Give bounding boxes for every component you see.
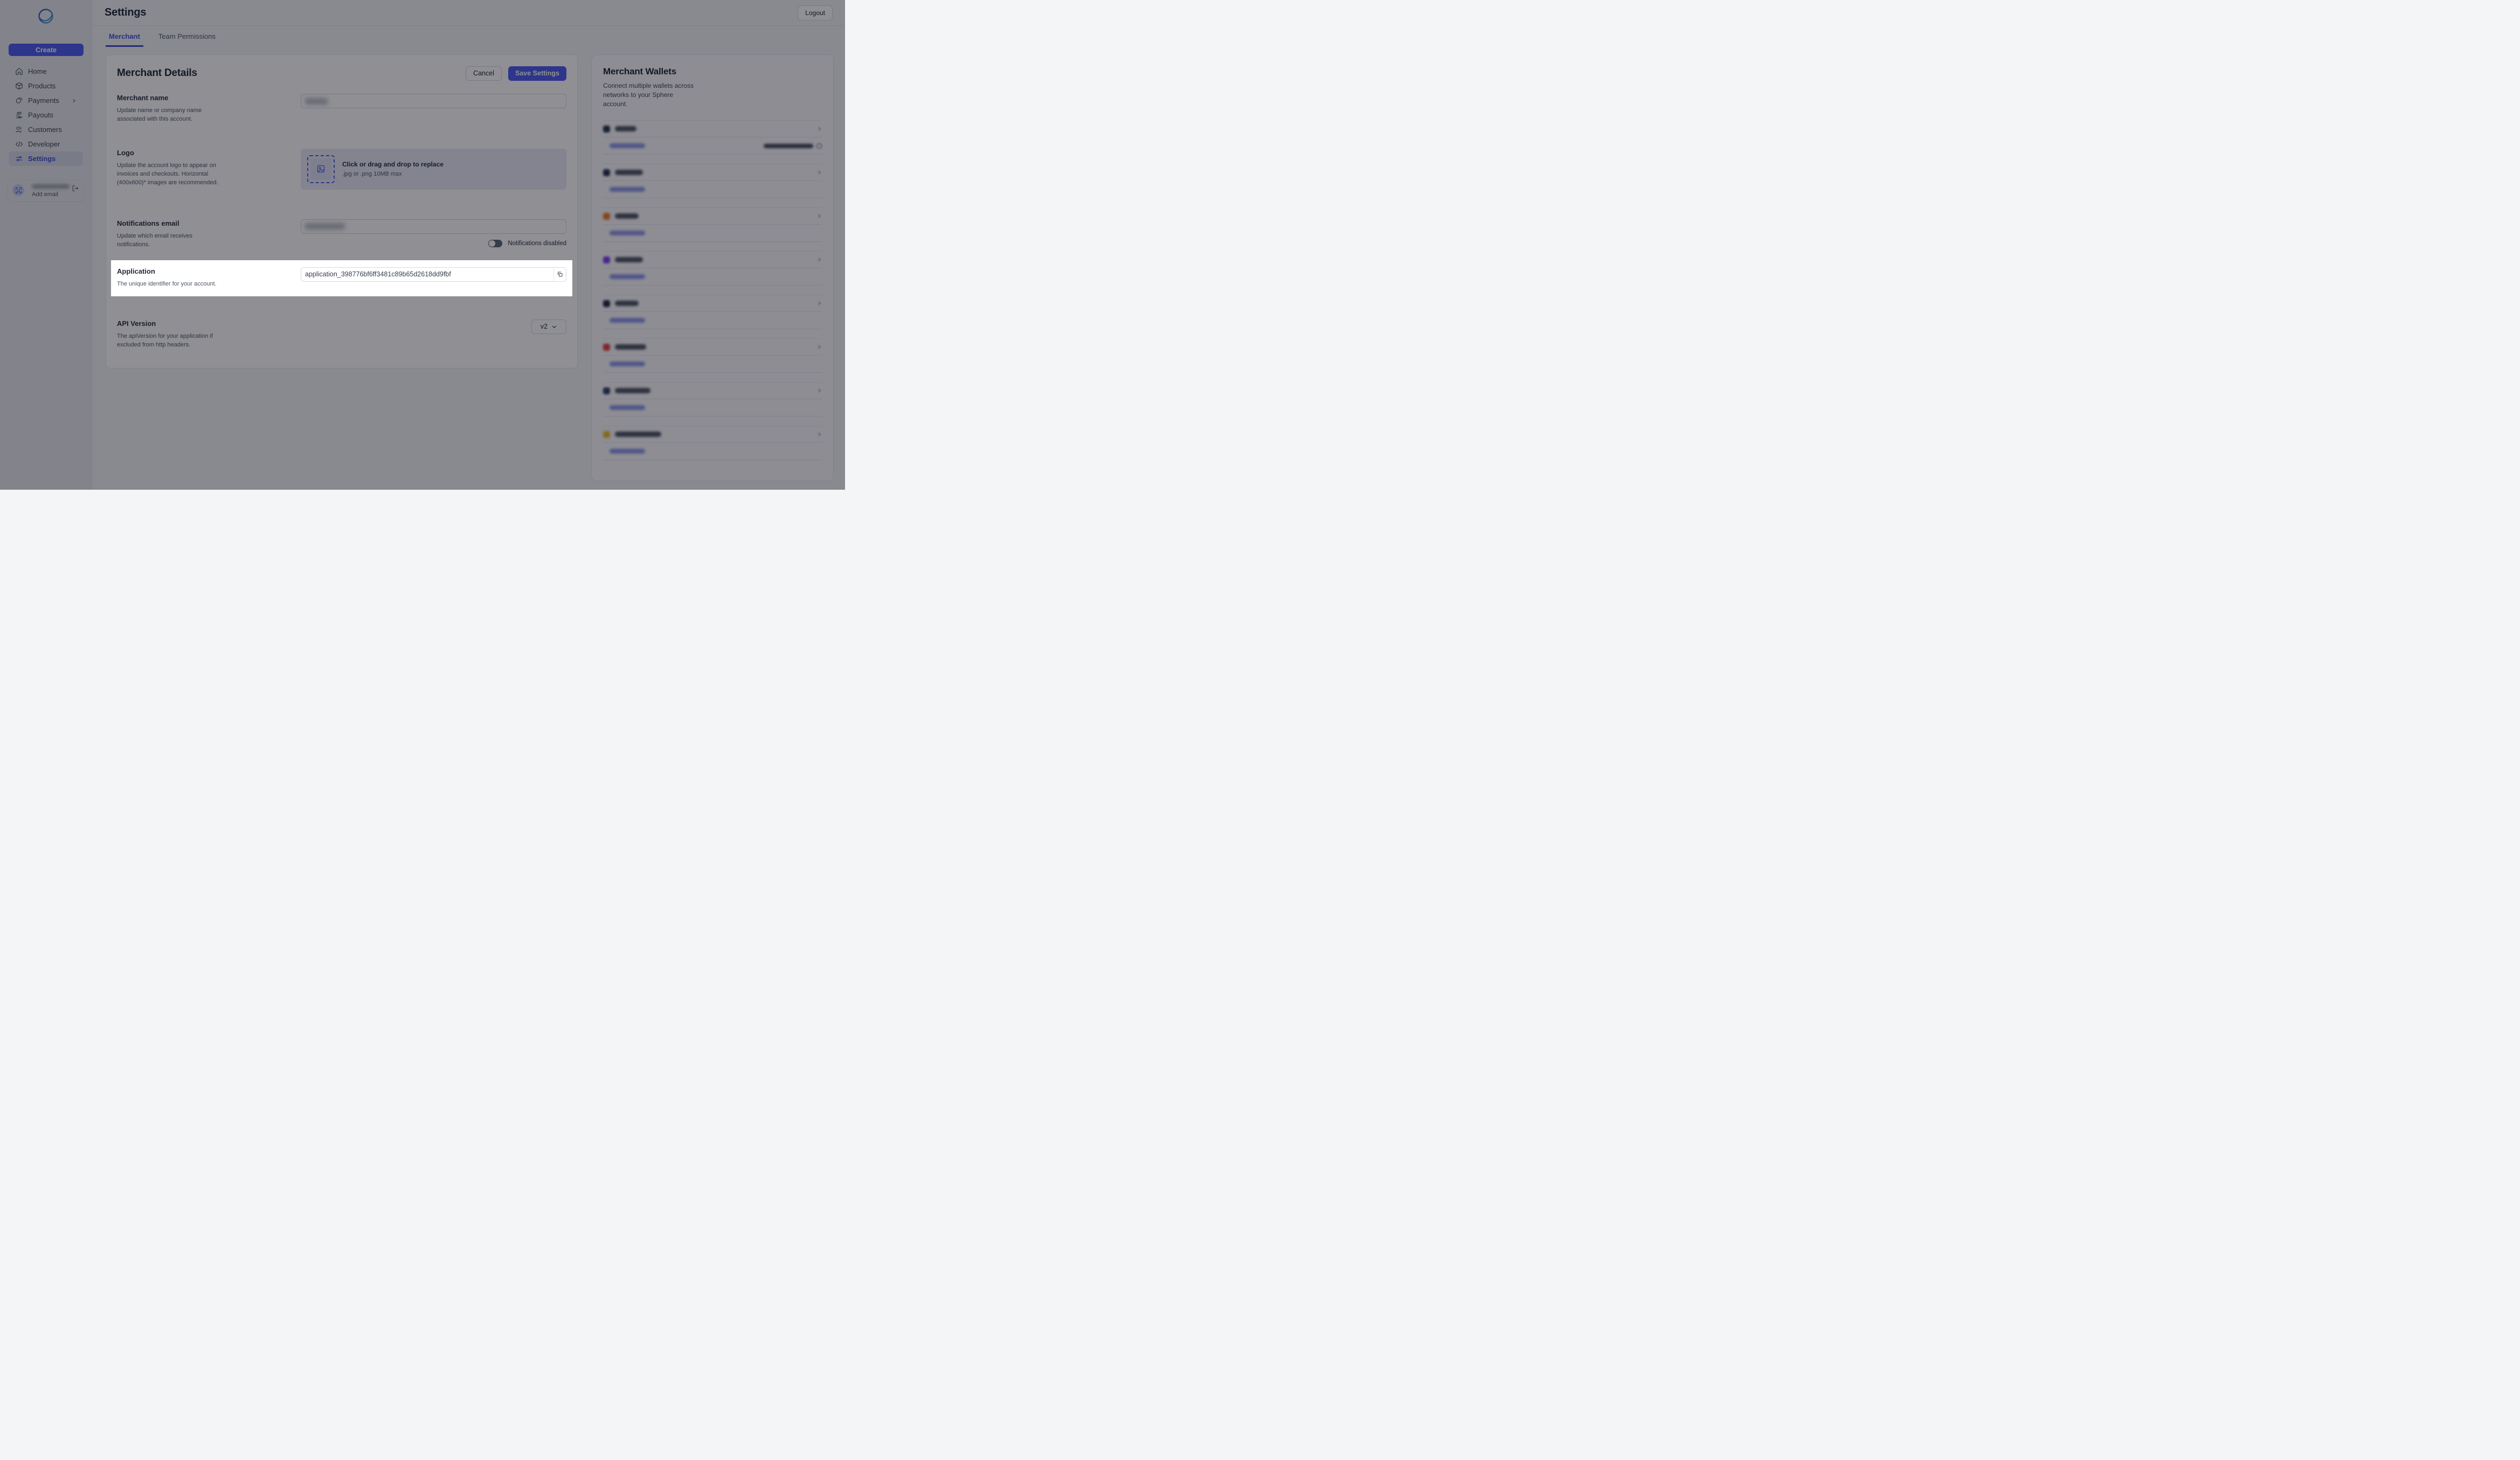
- copy-button[interactable]: [553, 268, 566, 281]
- dim-overlay: [0, 0, 845, 490]
- settings-page: Create Home Products Payments Payouts: [0, 0, 845, 490]
- application-label: Application: [117, 267, 285, 275]
- copy-icon: [557, 271, 563, 277]
- application-id-value[interactable]: application_398776bf6ff3481c89b65d2618dd…: [301, 268, 553, 281]
- application-description: The unique identifier for your account.: [117, 280, 219, 289]
- application-id-field: application_398776bf6ff3481c89b65d2618dd…: [301, 267, 566, 282]
- application-row-highlighted: Application The unique identifier for yo…: [111, 260, 572, 296]
